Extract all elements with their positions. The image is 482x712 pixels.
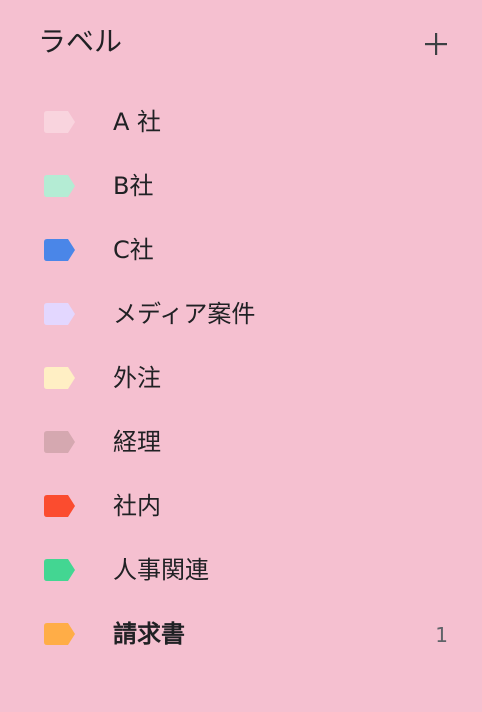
label-tag-icon [44,175,76,197]
label-name: 経理 [113,428,161,456]
label-tag-icon [44,367,76,389]
label-tag-icon [44,623,76,645]
label-name: メディア案件 [113,300,256,328]
label-item[interactable]: C社 [0,218,482,282]
label-tag-icon [44,495,76,517]
label-tag-icon [44,431,76,453]
label-name: 社内 [113,492,161,520]
label-name: B社 [113,172,154,200]
label-tag-icon [44,111,76,133]
label-item[interactable]: 外注 [0,346,482,410]
label-name: 外注 [113,364,161,392]
label-name: C社 [113,236,154,264]
add-label-button[interactable] [416,24,456,64]
label-item[interactable]: 経理 [0,410,482,474]
label-name: 請求書 [113,620,185,648]
unread-count: 1 [435,623,448,647]
label-item[interactable]: メディア案件 [0,282,482,346]
labels-panel: ラベル A 社 B社 C社メディア案件 外注経理社内人事関連請求書 1 [0,0,482,712]
label-tag-icon [44,559,76,581]
label-name: 人事関連 [113,556,209,584]
label-item[interactable]: A 社 [0,90,482,154]
labels-header: ラベル [0,0,482,84]
label-name: A 社 [113,108,162,136]
label-tag-icon [44,303,76,325]
label-item[interactable]: 人事関連 [0,538,482,602]
plus-icon [425,33,447,55]
label-tag-icon [44,239,76,261]
label-list: A 社 B社 C社メディア案件 外注経理社内人事関連請求書 1 [0,90,482,666]
label-item[interactable]: B社 [0,154,482,218]
panel-title: ラベル [38,25,123,58]
label-item[interactable]: 請求書 1 [0,602,482,666]
label-item[interactable]: 社内 [0,474,482,538]
